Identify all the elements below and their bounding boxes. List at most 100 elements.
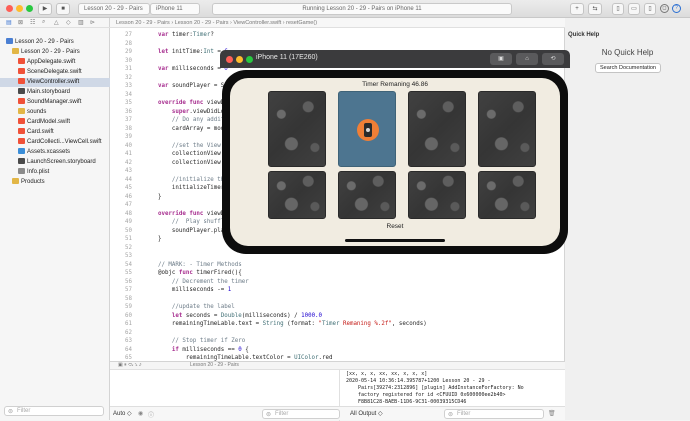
inspector-title: Quick Help	[568, 32, 600, 38]
file-inspector-icon[interactable]: ◻	[660, 4, 669, 13]
file-tree-item[interactable]: Lesson 20 - 29 - Pairs	[0, 38, 110, 47]
activity-status: Running Lesson 20 - 29 - Pairs on iPhone…	[212, 3, 512, 15]
stop-button[interactable]: ■	[56, 3, 70, 15]
code-text: collectionView.d	[144, 151, 228, 157]
panel-bottom-icon: ▭	[631, 6, 637, 12]
info-icon[interactable]: ⓘ	[148, 410, 154, 419]
output-selector[interactable]: All Output ◇	[350, 410, 383, 417]
arrows-icon: ⇆	[592, 6, 598, 12]
library-button[interactable]: +	[570, 3, 584, 15]
source-control-tab-icon[interactable]: ⊠	[18, 19, 23, 26]
code-text: remainingTimeLable.text = String (format…	[144, 321, 427, 327]
stop-icon: ■	[61, 6, 65, 12]
folder-icon	[12, 48, 19, 54]
file-tree-item[interactable]: Main.storyboard	[0, 88, 110, 97]
toggle-navigator-button[interactable]: ▯	[612, 3, 624, 15]
console-output[interactable]: [xx, x, x, xx, xx, x, x, x] 2020-05-14 10…	[346, 371, 564, 411]
code-review-button[interactable]: ⇆	[588, 3, 602, 15]
swift-file-icon	[18, 138, 25, 144]
debug-controls-icon[interactable]: ▣ ⏸ ⤼ ⤵ ⤴	[118, 362, 142, 368]
file-tree-item[interactable]: SceneDelegate.swift	[0, 68, 110, 77]
jump-bar[interactable]: Lesson 20 - 29 - Pairs › Lesson 20 - 29 …	[110, 18, 565, 28]
code-text: super.viewDidLoa	[171, 108, 228, 115]
card-face-down[interactable]	[478, 91, 536, 167]
filter-icon: ⊜	[266, 412, 272, 418]
file-tree-item[interactable]: Info.plist	[0, 168, 110, 177]
card-face-down[interactable]	[408, 171, 466, 219]
maximize-window-button[interactable]	[26, 5, 33, 12]
sim-minimize-button[interactable]	[236, 56, 243, 63]
storyboard-icon	[18, 88, 25, 94]
reset-button[interactable]: Reset	[380, 223, 410, 230]
file-tree-item[interactable]: Products	[0, 178, 110, 187]
speaker-cone	[366, 128, 370, 132]
scheme-label: Lesson 20 - 29 - Pairs	[84, 6, 143, 12]
find-tab-icon[interactable]: ⌕	[42, 19, 45, 26]
file-tree-item-label: Card.swift	[27, 129, 54, 135]
issue-tab-icon[interactable]: △	[54, 19, 59, 26]
code-text: var timer:Timer?	[157, 32, 214, 38]
minimize-window-button[interactable]	[16, 5, 23, 12]
card-face-down[interactable]	[478, 171, 536, 219]
card-back-pattern	[409, 172, 465, 218]
card-back-pattern	[409, 92, 465, 166]
symbol-tab-icon[interactable]: ☷	[30, 19, 35, 26]
card-face-down[interactable]	[268, 171, 326, 219]
run-button[interactable]: ▶	[38, 3, 52, 15]
file-tree-item[interactable]: CardModel.swift	[0, 118, 110, 127]
search-documentation-button[interactable]: Search Documentation	[595, 63, 661, 73]
file-tree-item[interactable]: SoundManager.swift	[0, 98, 110, 107]
file-tree-item[interactable]: Card.swift	[0, 128, 110, 137]
storyboard-icon	[18, 158, 25, 164]
swift-file-icon	[18, 128, 25, 134]
eye-icon[interactable]: ◉	[138, 410, 143, 417]
file-tree-item[interactable]: AppDelegate.swift	[0, 58, 110, 67]
device-selector[interactable]: iPhone 11	[150, 3, 200, 15]
auto-selector[interactable]: Auto ◇	[113, 410, 132, 417]
console-line: 2020-05-14 10:36:14.395787+1200 Lesson 2…	[346, 378, 491, 384]
home-button[interactable]: ⌂	[516, 53, 538, 65]
card-face-down[interactable]	[408, 91, 466, 167]
simulator-title-bar[interactable]: iPhone 11 (17E260) ▣ ⌂ ⟲	[220, 50, 570, 68]
file-tree-item[interactable]: sounds	[0, 108, 110, 117]
scheme-selector[interactable]: Lesson 20 - 29 - Pairs	[78, 3, 150, 15]
toggle-debug-button[interactable]: ▭	[628, 3, 640, 15]
filter-placeholder: Filter	[17, 408, 31, 414]
card-face-down[interactable]	[338, 171, 396, 219]
home-indicator	[345, 239, 445, 242]
breakpoint-tab-icon[interactable]: ⊳	[90, 19, 95, 26]
card-face-up[interactable]	[338, 91, 396, 167]
sidebar-left-icon: ▯	[616, 6, 620, 12]
swift-file-icon	[18, 68, 25, 74]
filter-icon: ⊜	[8, 409, 14, 415]
iphone-frame: Timer Remaning 46.86 Reset	[220, 68, 570, 256]
file-tree-item[interactable]: ViewController.swift	[0, 78, 110, 87]
code-text: initializeTimer(	[144, 185, 228, 191]
card-face-down[interactable]	[268, 91, 326, 167]
file-tree-item[interactable]: Assets.xcassets	[0, 148, 110, 157]
file-tree-item[interactable]: CardCollecti...ViewCell.swift	[0, 138, 110, 147]
rotate-button[interactable]: ⟲	[542, 53, 564, 65]
sim-close-button[interactable]	[226, 56, 233, 63]
screenshot-button[interactable]: ▣	[490, 53, 512, 65]
sim-maximize-button[interactable]	[246, 56, 253, 63]
code-text: // Stop timer if Zero	[144, 338, 246, 344]
project-navigator: ▤ ⊠ ☷ ⌕ △ ◇ ▥ ⊳ Lesson 20 - 29 - Pairs Le…	[0, 18, 110, 420]
navigator-filter-field[interactable]: ⊜ Filter	[4, 406, 104, 416]
close-window-button[interactable]	[6, 5, 13, 12]
debug-tab-icon[interactable]: ▥	[78, 19, 84, 26]
bottom-bar: Auto ◇ ◉ ⓘ ⊜ Filter All Output ◇ ⊜ Filte…	[110, 406, 565, 420]
folder-tab-icon[interactable]: ▤	[6, 19, 12, 26]
code-text: // Do any additi	[144, 117, 228, 123]
toggle-inspector-button[interactable]: ▯	[644, 3, 656, 15]
no-quick-help-message: No Quick Help	[601, 48, 654, 57]
file-tree-item[interactable]: LaunchScreen.storyboard	[0, 158, 110, 167]
trash-icon[interactable]: 🗑	[548, 410, 556, 417]
quick-help-icon[interactable]: ?	[672, 4, 681, 13]
file-tree-item[interactable]: Lesson 20 - 29 - Pairs	[0, 48, 110, 57]
test-tab-icon[interactable]: ◇	[66, 19, 71, 26]
plist-icon	[18, 168, 25, 174]
variables-filter-field[interactable]: ⊜ Filter	[262, 409, 340, 419]
console-filter-field[interactable]: ⊜ Filter	[444, 409, 544, 419]
filter-placeholder: Filter	[275, 411, 289, 417]
